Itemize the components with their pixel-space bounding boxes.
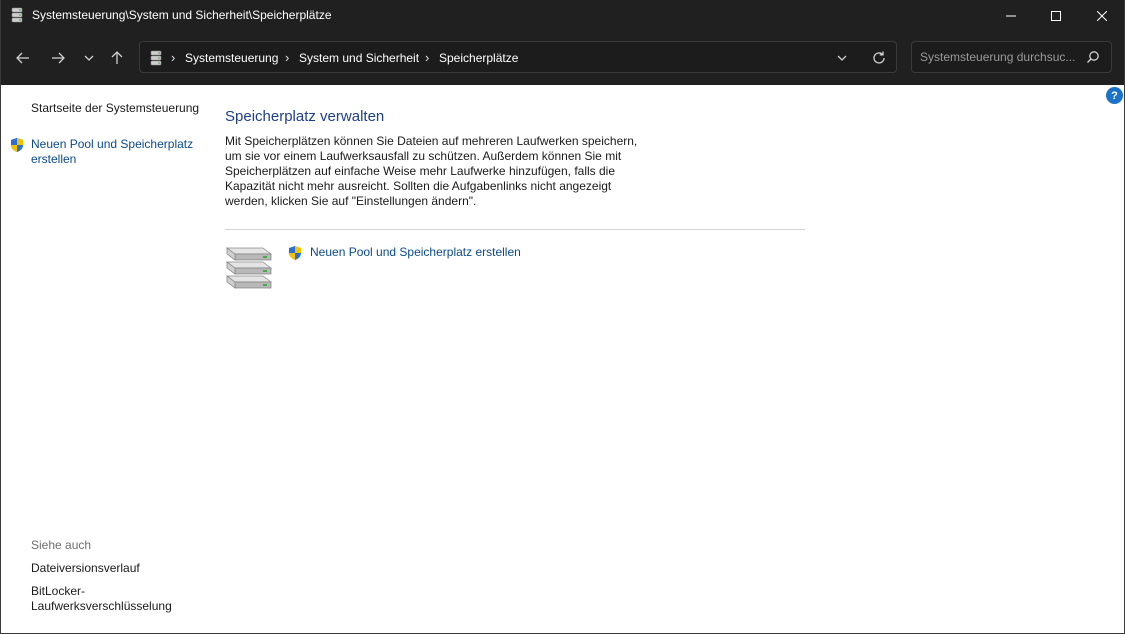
uac-shield-icon	[287, 245, 303, 261]
navigation-bar: › Systemsteuerung › System und Sicherhei…	[1, 31, 1124, 85]
maximize-icon	[1051, 10, 1061, 21]
description-text: Mit Speicherplätzen können Sie Dateien a…	[225, 134, 638, 208]
breadcrumb-separator[interactable]: ›	[171, 50, 175, 65]
bitlocker-link[interactable]: BitLocker-	[31, 584, 85, 599]
address-dropdown-button[interactable]	[833, 50, 851, 66]
arrow-left-icon	[16, 52, 29, 64]
close-button[interactable]	[1079, 0, 1124, 31]
forward-button[interactable]	[44, 44, 72, 72]
address-bar[interactable]: › Systemsteuerung › System und Sicherhei…	[139, 41, 897, 73]
recent-locations-button[interactable]	[75, 44, 103, 72]
refresh-icon	[873, 51, 885, 64]
divider	[225, 229, 805, 230]
breadcrumb-speicherplaetze[interactable]: Speicherplätze	[439, 51, 518, 65]
chevron-down-icon	[84, 55, 94, 61]
breadcrumb-separator[interactable]: ›	[425, 50, 429, 65]
search-box[interactable]	[911, 41, 1112, 73]
sidebar-create-pool-link-line2[interactable]: erstellen	[31, 152, 76, 167]
maximize-button[interactable]	[1033, 0, 1079, 31]
back-button[interactable]	[9, 44, 37, 72]
refresh-button[interactable]	[870, 50, 888, 66]
file-history-link[interactable]: Dateiversionsverlauf	[31, 561, 140, 576]
drive-stack-icon	[223, 240, 275, 292]
search-icon[interactable]	[1086, 50, 1100, 64]
breadcrumb-systemsteuerung[interactable]: Systemsteuerung	[185, 51, 278, 65]
close-icon	[1097, 10, 1107, 21]
search-input[interactable]	[920, 48, 1080, 66]
storage-spaces-icon	[10, 7, 24, 23]
control-panel-home-link[interactable]: Startseite der Systemsteuerung	[31, 101, 199, 116]
see-also-label: Siehe auch	[31, 538, 92, 552]
uac-shield-icon	[9, 137, 25, 153]
page-title: Speicherplatz verwalten	[225, 108, 385, 125]
create-pool-link[interactable]: Neuen Pool und Speicherplatz erstellen	[310, 245, 521, 259]
title-bar[interactable]: Systemsteuerung\System und Sicherheit\Sp…	[1, 0, 1124, 31]
up-button[interactable]	[103, 44, 131, 72]
chevron-down-icon	[837, 55, 847, 61]
storage-spaces-icon	[150, 50, 162, 66]
control-panel-window: Systemsteuerung\System und Sicherheit\Sp…	[0, 0, 1125, 634]
help-button[interactable]: ?	[1106, 87, 1123, 104]
arrow-up-icon	[111, 51, 123, 64]
minimize-button[interactable]	[988, 0, 1034, 31]
sidebar-create-pool-link[interactable]: Neuen Pool und Speicherplatz	[31, 137, 193, 152]
minimize-icon	[1006, 15, 1016, 16]
breadcrumb-system-und-sicherheit[interactable]: System und Sicherheit	[299, 51, 419, 65]
breadcrumb-separator[interactable]: ›	[285, 50, 289, 65]
window-title: Systemsteuerung\System und Sicherheit\Sp…	[32, 8, 332, 22]
arrow-right-icon	[52, 52, 65, 64]
bitlocker-link-line2[interactable]: Laufwerksverschlüsselung	[31, 599, 172, 614]
